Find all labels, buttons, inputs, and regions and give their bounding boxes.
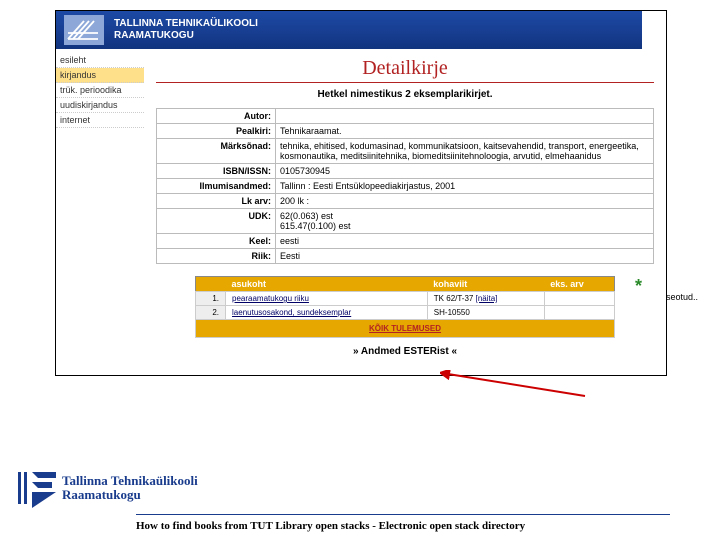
nav-item-0[interactable]: esileht (56, 53, 144, 68)
footer-title-line2: Raamatukogu (62, 488, 198, 502)
detail-value: 62(0.063) est 615.47(0.100) est (276, 209, 654, 234)
page-title: Detailkirje (156, 57, 654, 80)
detail-value: Eesti (276, 249, 654, 264)
detail-label: Ilmumisandmed: (157, 179, 276, 194)
nav-item-2[interactable]: trük. perioodika (56, 83, 144, 98)
loc-header (196, 277, 226, 292)
loc-header: asukoht (226, 277, 428, 292)
footer-logo-icon (16, 468, 56, 508)
slide-caption: How to find books from TUT Library open … (136, 520, 525, 532)
loc-count (544, 306, 614, 320)
detail-label: Autor: (157, 109, 276, 124)
ester-link[interactable]: » Andmed ESTERist « (156, 346, 654, 357)
loc-place-link[interactable]: laenutusosakond, sundeksemplar (232, 308, 351, 317)
detail-table: Autor:Pealkiri:Tehnikaraamat.Märksõnad:t… (156, 108, 654, 264)
all-results-button[interactable]: KÕIK TULEMUSED (369, 322, 441, 335)
header-title-line1: TALLINNA TEHNIKAÜLIKOOLI (114, 18, 258, 30)
loc-header: eks. arv (544, 277, 614, 292)
detail-label: Märksõnad: (157, 139, 276, 164)
detail-value: Tehnikaraamat. (276, 124, 654, 139)
detail-label: ISBN/ISSN: (157, 164, 276, 179)
loc-row-num: 1. (196, 292, 226, 306)
footer-title-line1: Tallinna Tehnikaülikooli (62, 474, 198, 488)
loc-show-link[interactable]: [näita] (476, 294, 498, 303)
detail-value: eesti (276, 234, 654, 249)
location-table: asukohtkohaviiteks. arv 1. pearaamatukogu… (195, 276, 615, 338)
detail-value: 0105730945 (276, 164, 654, 179)
loc-code: TK 62/T-37 [näita] (427, 292, 544, 306)
detail-label: UDK: (157, 209, 276, 234)
caption-rule (136, 514, 670, 515)
title-rule (156, 82, 654, 83)
nav-item-4[interactable]: internet (56, 113, 144, 128)
detail-value: Tallinn : Eesti Entsüklopeediakirjastus,… (276, 179, 654, 194)
loc-count (544, 292, 614, 306)
detail-label: Keel: (157, 234, 276, 249)
nav-item-1[interactable]: kirjandus (56, 68, 144, 83)
detail-label: Pealkiri: (157, 124, 276, 139)
loc-row-num: 2. (196, 306, 226, 320)
side-nav: esilehtkirjandustrük. perioodikauudiskir… (56, 49, 144, 375)
header-title-line2: RAAMATUKOGU (114, 30, 258, 42)
detail-label: Lk arv: (157, 194, 276, 209)
loc-header: kohaviit (427, 277, 544, 292)
detail-value: tehnika, ehitised, kodumasinad, kommunik… (276, 139, 654, 164)
page-subtitle: Hetkel nimestikus 2 eksemplarikirjet. (156, 89, 654, 100)
related-link[interactable]: seotud.. (666, 292, 698, 302)
header-logo-icon (64, 15, 104, 45)
green-asterisk-icon: * (635, 276, 642, 297)
detail-value: 200 lk : (276, 194, 654, 209)
detail-value (276, 109, 654, 124)
detail-label: Riik: (157, 249, 276, 264)
loc-code: SH-10550 (427, 306, 544, 320)
nav-item-3[interactable]: uudiskirjandus (56, 98, 144, 113)
loc-place-link[interactable]: pearaamatukogu riiku (232, 294, 309, 303)
corner-cut (642, 11, 666, 49)
